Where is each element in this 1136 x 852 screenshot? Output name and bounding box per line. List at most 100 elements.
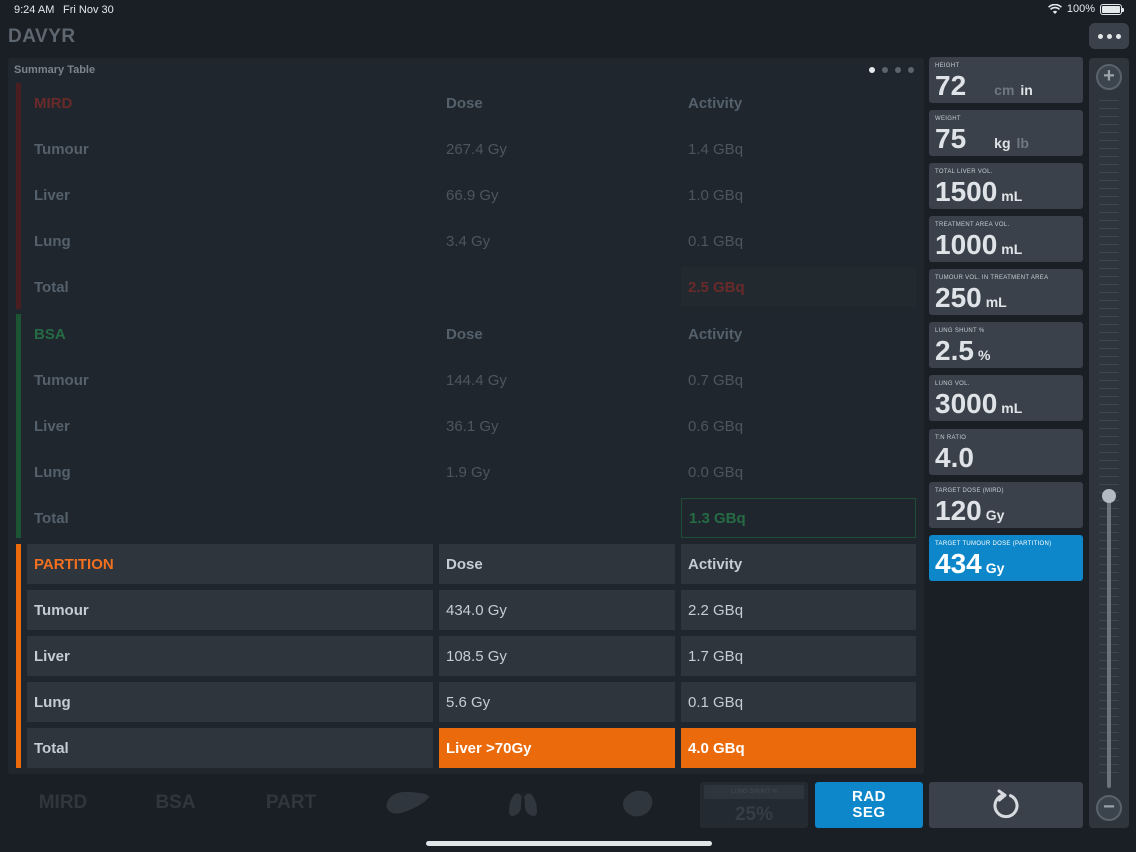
mird-row-activity: 1.0 GBq <box>688 186 744 204</box>
app-title: DAVYR <box>8 26 76 47</box>
mird-row-dose: 267.4 Gy <box>446 140 507 158</box>
bsa-row-dose: 144.4 Gy <box>446 371 507 389</box>
tn-ratio-value: 4.0 <box>935 442 974 473</box>
mird-total-label: Total <box>34 278 69 296</box>
tumour-vol-value: 250 <box>935 282 982 313</box>
bsa-row-label: Tumour <box>34 371 89 389</box>
treatment-area-vol-card[interactable]: Treatment area vol. 1000 mL <box>929 216 1083 262</box>
partition-row-label: Liver <box>27 636 433 676</box>
refresh-icon <box>993 789 1019 819</box>
total-liver-vol-card[interactable]: Total liver vol. 1500 mL <box>929 163 1083 209</box>
height-card[interactable]: Height 72 cm in <box>929 57 1083 103</box>
bsa-header-label: BSA <box>34 325 66 343</box>
unit-in-toggle[interactable]: in <box>1020 82 1032 98</box>
partition-row-dose: 434.0 Gy <box>439 590 675 630</box>
mird-row-label: Liver <box>34 186 70 204</box>
bsa-row-activity: 0.6 GBq <box>688 417 744 435</box>
partition-header-label: PARTITION <box>27 544 433 584</box>
partition-total-activity: 4.0 GBq <box>681 728 916 768</box>
weight-label: Weight <box>935 116 961 122</box>
mird-row-activity: 0.1 GBq <box>688 232 744 250</box>
target-dose-mird-card[interactable]: Target dose (MIRD) 120 Gy <box>929 482 1083 528</box>
total-liver-vol-value: 1500 <box>935 176 998 207</box>
page-indicator[interactable] <box>869 67 914 73</box>
increment-button[interactable]: + <box>1096 64 1122 90</box>
tumour-icon[interactable] <box>583 778 693 828</box>
mird-row-label: Lung <box>34 232 71 250</box>
treatment-area-vol-unit: mL <box>1001 241 1023 257</box>
home-indicator[interactable] <box>426 841 712 846</box>
page-dot[interactable] <box>895 67 901 73</box>
reset-button[interactable] <box>929 782 1083 828</box>
partition-total-warning: Liver >70Gy <box>439 728 675 768</box>
liver-icon[interactable] <box>353 778 463 828</box>
slider-knob[interactable] <box>1102 489 1116 503</box>
more-dot-icon <box>1115 33 1121 39</box>
lung-vol-card[interactable]: Lung vol. 3000 mL <box>929 375 1083 421</box>
summary-panel[interactable]: Summary Table MIRD Dose Activity Tumour … <box>8 58 924 774</box>
bsa-total-dose <box>439 498 675 538</box>
page-dot[interactable] <box>869 67 875 73</box>
weight-value: 75 <box>935 123 967 154</box>
tn-ratio-card[interactable]: T:N ratio 4.0 <box>929 429 1083 475</box>
mird-total-activity: 2.5 GBq <box>681 267 916 307</box>
total-liver-vol-label: Total liver vol. <box>935 169 993 175</box>
mird-row-dose: 66.9 Gy <box>446 186 499 204</box>
tab-part[interactable]: PART <box>236 778 346 828</box>
bsa-row-activity: 0.0 GBq <box>688 463 744 481</box>
battery-percent: 100% <box>1066 3 1095 15</box>
lungs-icon[interactable] <box>468 778 578 828</box>
lung-vol-value: 3000 <box>935 388 998 419</box>
mird-header-dose: Dose <box>446 94 483 112</box>
lung-shunt-unit: % <box>977 347 991 363</box>
mird-row-dose: 3.4 Gy <box>446 232 491 250</box>
bsa-group-bar <box>16 314 21 538</box>
lung-shunt-label: Lung shunt % <box>935 328 985 334</box>
unit-lb-toggle[interactable]: lb <box>1017 135 1029 151</box>
weight-card[interactable]: Weight 75 kg lb <box>929 110 1083 156</box>
rad-seg-line2: SEG <box>852 804 886 821</box>
treatment-area-vol-label: Treatment area vol. <box>935 222 1010 228</box>
bsa-total-activity: 1.3 GBq <box>681 498 916 538</box>
tab-mird[interactable]: MIRD <box>8 778 118 828</box>
target-tumour-dose-value: 434 <box>935 548 982 579</box>
mird-total-dose <box>439 267 675 307</box>
tumour-vol-card[interactable]: Tumour vol. in treatment area 250 mL <box>929 269 1083 315</box>
tab-bsa[interactable]: BSA <box>123 778 228 828</box>
partition-row-activity: 1.7 GBq <box>681 636 916 676</box>
bsa-header-activity: Activity <box>688 325 743 343</box>
mird-header-activity: Activity <box>688 94 743 112</box>
bsa-row-dose: 1.9 Gy <box>446 463 491 481</box>
target-dose-mird-label: Target dose (MIRD) <box>935 488 1004 494</box>
bsa-row-label: Liver <box>34 417 70 435</box>
rad-seg-line1: RAD <box>852 788 886 805</box>
slider-track[interactable] <box>1107 496 1111 788</box>
lung-shunt-control[interactable]: LUNG SHUNT % 25% <box>700 782 808 828</box>
rad-seg-button[interactable]: RAD SEG <box>815 782 923 828</box>
page-dot[interactable] <box>908 67 914 73</box>
lung-shunt-control-value: 25% <box>734 804 774 825</box>
battery-icon <box>1100 3 1124 15</box>
partition-total-label: Total <box>27 728 433 768</box>
more-button[interactable] <box>1089 23 1129 49</box>
more-dot-icon <box>1097 33 1103 39</box>
bsa-row-dose: 36.1 Gy <box>446 417 499 435</box>
tumour-vol-label: Tumour vol. in treatment area <box>935 275 1049 281</box>
lung-shunt-card[interactable]: Lung shunt % 2.5% <box>929 322 1083 368</box>
unit-kg-toggle[interactable]: kg <box>994 135 1010 151</box>
unit-cm-toggle[interactable]: cm <box>994 82 1014 98</box>
value-slider[interactable]: + − <box>1089 58 1129 828</box>
decrement-button[interactable]: − <box>1096 795 1122 821</box>
tumour-vol-unit: mL <box>985 294 1007 310</box>
status-time: 9:24 AM <box>14 4 55 16</box>
partition-row-dose: 108.5 Gy <box>439 636 675 676</box>
wifi-icon <box>1047 3 1062 14</box>
target-dose-mird-value: 120 <box>935 495 982 526</box>
more-dot-icon <box>1106 33 1112 39</box>
lung-vol-label: Lung vol. <box>935 381 970 387</box>
target-dose-mird-unit: Gy <box>985 507 1005 523</box>
partition-row-label: Tumour <box>27 590 433 630</box>
page-dot[interactable] <box>882 67 888 73</box>
target-tumour-dose-card[interactable]: Target tumour dose (partition) 434 Gy <box>929 535 1083 581</box>
status-right: 100% <box>1047 3 1124 15</box>
